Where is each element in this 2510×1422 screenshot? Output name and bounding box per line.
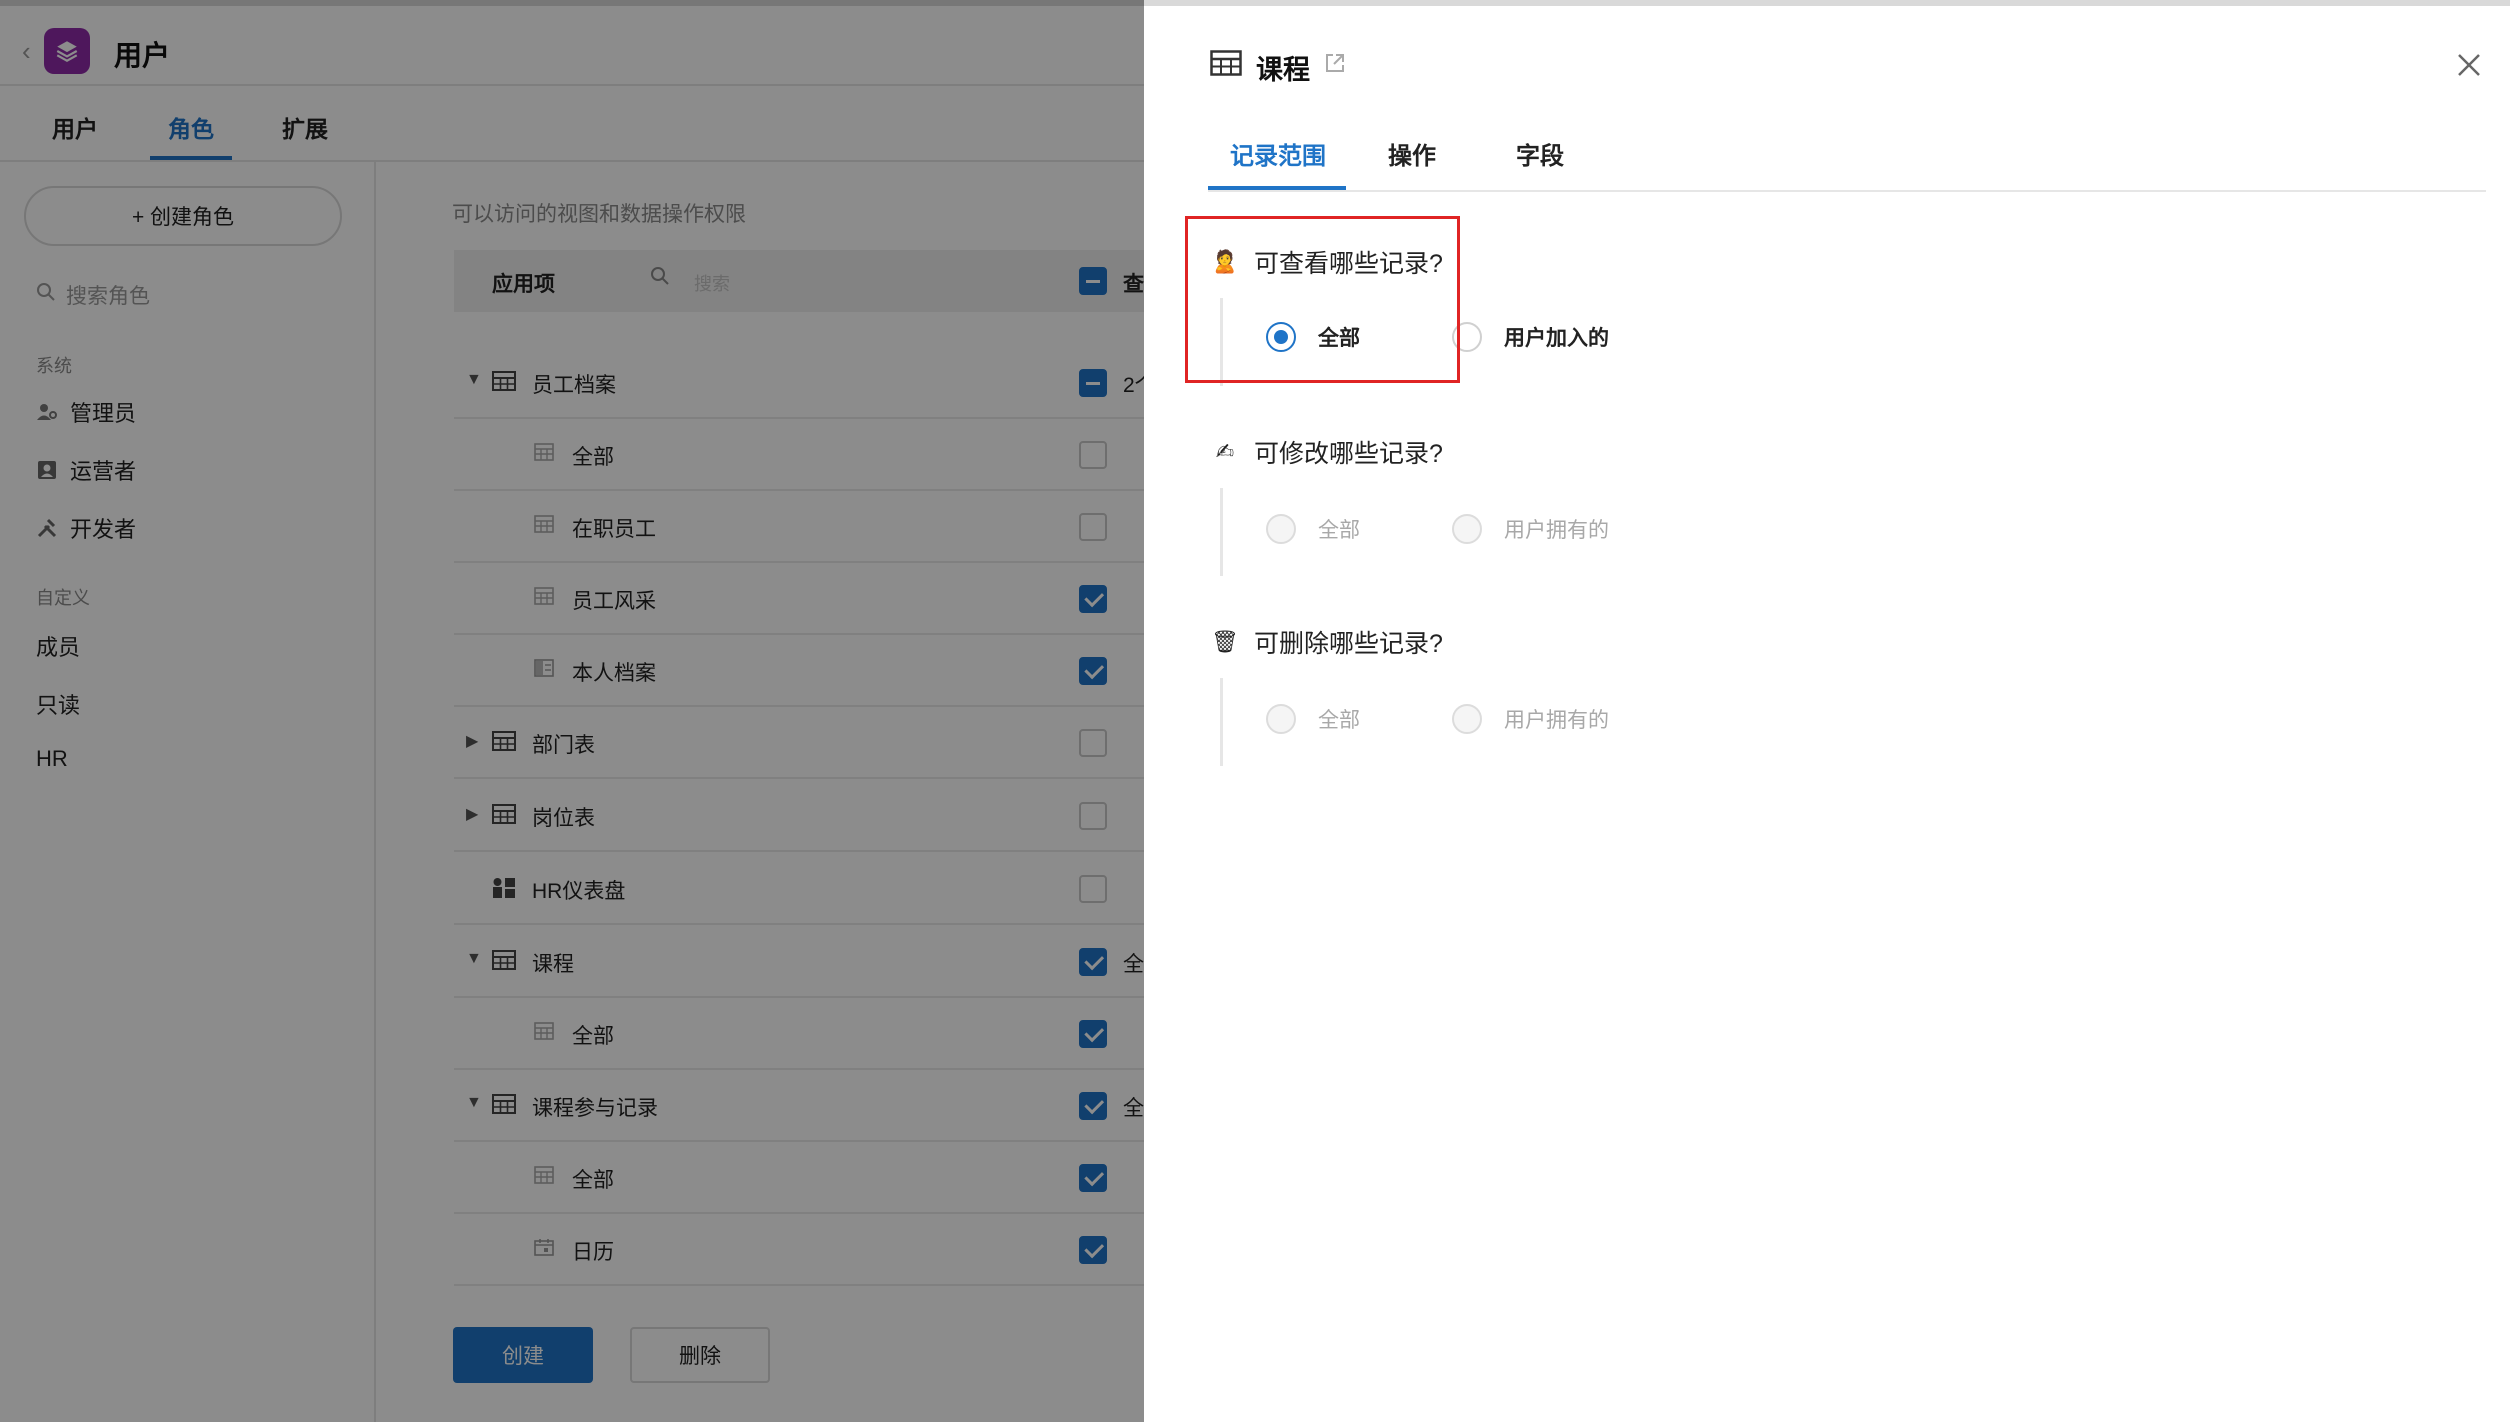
divider-line [1220, 298, 1223, 386]
view-option-joined[interactable]: 用户加入的 [1452, 322, 1609, 352]
view-option-all[interactable]: 全部 [1266, 322, 1360, 352]
person-icon: 🙎 [1211, 249, 1239, 274]
radio-icon [1266, 704, 1296, 734]
drawer-title: 课程 [1256, 55, 1310, 85]
drawer-tabs: 记录范围 操作 字段 [1208, 102, 2486, 192]
question-text: 可删除哪些记录? [1254, 630, 1443, 658]
radio-label: 全部 [1318, 519, 1360, 542]
tab-record-scope[interactable]: 记录范围 [1230, 136, 1326, 171]
question-text: 可查看哪些记录? [1254, 250, 1443, 278]
divider-line [1220, 488, 1223, 576]
tab-fields[interactable]: 字段 [1516, 136, 1564, 171]
radio-icon [1266, 322, 1296, 352]
permission-drawer: 课程 记录范围 操作 字段 🙎 可查看哪些记录? 全部 用户加入的 ✍ 可修改哪… [1144, 6, 2510, 1422]
radio-label: 全部 [1318, 709, 1360, 732]
divider-line [1220, 678, 1223, 766]
radio-icon [1452, 514, 1482, 544]
active-drawer-tab-indicator [1208, 186, 1346, 190]
radio-icon [1452, 322, 1482, 352]
delete-option-all[interactable]: 全部 [1266, 704, 1360, 734]
view-records-question: 🙎 可查看哪些记录? [1210, 244, 1443, 280]
delete-records-question: 🗑 可删除哪些记录? [1210, 624, 1443, 660]
radio-label: 全部 [1318, 327, 1360, 350]
modal-mask[interactable] [0, 0, 1144, 1422]
tab-actions[interactable]: 操作 [1388, 136, 1436, 171]
close-icon[interactable] [2454, 50, 2484, 80]
radio-label: 用户加入的 [1504, 327, 1609, 350]
trash-icon: 🗑 [1211, 629, 1239, 654]
delete-option-owned[interactable]: 用户拥有的 [1452, 704, 1609, 734]
question-text: 可修改哪些记录? [1254, 440, 1443, 468]
edit-records-question: ✍ 可修改哪些记录? [1210, 434, 1443, 470]
radio-label: 用户拥有的 [1504, 519, 1609, 542]
page: ‹ 用户 用户 角色 扩展 + 创建角色 搜索角色 系统 管理员 运营者 开发者… [0, 0, 2510, 1422]
radio-label: 用户拥有的 [1504, 709, 1609, 732]
radio-icon [1266, 514, 1296, 544]
edit-option-owned[interactable]: 用户拥有的 [1452, 514, 1609, 544]
radio-icon [1452, 704, 1482, 734]
edit-option-all[interactable]: 全部 [1266, 514, 1360, 544]
table-icon [1210, 50, 1242, 76]
external-link-icon[interactable] [1324, 52, 1346, 74]
writing-hand-icon: ✍ [1215, 439, 1235, 464]
